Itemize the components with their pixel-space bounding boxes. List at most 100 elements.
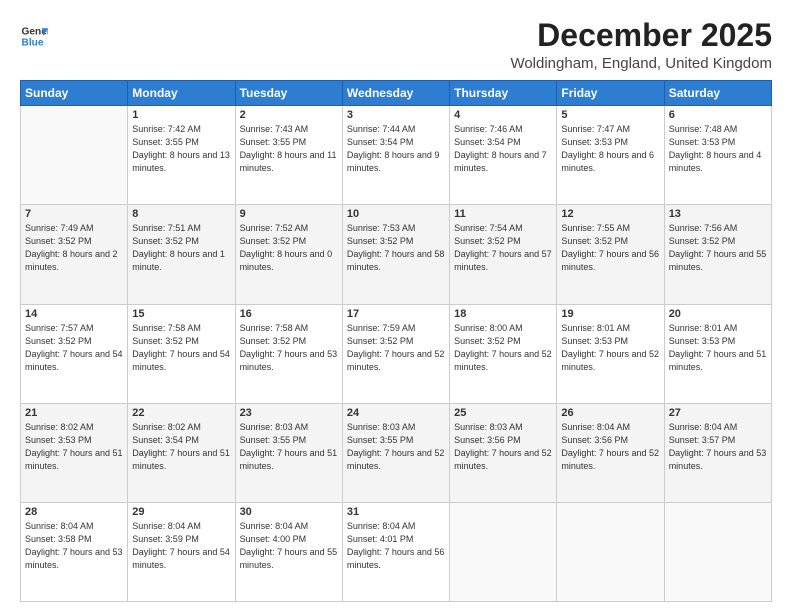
day-info: Sunrise: 8:01 AM Sunset: 3:53 PM Dayligh… (561, 322, 659, 374)
table-cell: 7 Sunrise: 7:49 AM Sunset: 3:52 PM Daylig… (21, 205, 128, 304)
day-info: Sunrise: 7:54 AM Sunset: 3:52 PM Dayligh… (454, 222, 552, 274)
col-friday: Friday (557, 81, 664, 106)
day-number: 15 (132, 308, 230, 320)
day-number: 24 (347, 407, 445, 419)
table-cell: 10 Sunrise: 7:53 AM Sunset: 3:52 PM Dayli… (342, 205, 449, 304)
table-cell: 4 Sunrise: 7:46 AM Sunset: 3:54 PM Daylig… (450, 106, 557, 205)
day-number: 12 (561, 208, 659, 220)
table-cell: 2Sunrise: 7:43 AM Sunset: 3:55 PM Daylig… (235, 106, 342, 205)
day-number: 21 (25, 407, 123, 419)
day-number: 30 (240, 506, 338, 518)
table-cell: 16Sunrise: 7:58 AM Sunset: 3:52 PM Dayli… (235, 304, 342, 403)
day-number: 1 (132, 109, 230, 121)
table-cell: 13 Sunrise: 7:56 AM Sunset: 3:52 PM Dayli… (664, 205, 771, 304)
table-cell (450, 502, 557, 601)
table-cell (21, 106, 128, 205)
day-info: Sunrise: 8:02 AM Sunset: 3:54 PM Dayligh… (132, 421, 230, 473)
day-info: Sunrise: 8:01 AM Sunset: 3:53 PM Dayligh… (669, 322, 767, 374)
col-monday: Monday (128, 81, 235, 106)
day-number: 31 (347, 506, 445, 518)
day-info: Sunrise: 8:04 AM Sunset: 3:58 PM Dayligh… (25, 520, 123, 572)
day-number: 7 (25, 208, 123, 220)
day-number: 25 (454, 407, 552, 419)
day-number: 10 (347, 208, 445, 220)
day-info: Sunrise: 7:42 AM Sunset: 3:55 PM Dayligh… (132, 123, 230, 175)
day-number: 27 (669, 407, 767, 419)
day-info: Sunrise: 7:48 AM Sunset: 3:53 PM Dayligh… (669, 123, 767, 175)
calendar-table: Sunday Monday Tuesday Wednesday Thursday… (20, 80, 772, 602)
table-cell: 18 Sunrise: 8:00 AM Sunset: 3:52 PM Dayli… (450, 304, 557, 403)
table-cell: 17 Sunrise: 7:59 AM Sunset: 3:52 PM Dayli… (342, 304, 449, 403)
day-info: Sunrise: 8:00 AM Sunset: 3:52 PM Dayligh… (454, 322, 552, 374)
table-cell: 12 Sunrise: 7:55 AM Sunset: 3:52 PM Dayli… (557, 205, 664, 304)
day-info: Sunrise: 7:57 AM Sunset: 3:52 PM Dayligh… (25, 322, 123, 374)
day-info: Sunrise: 7:44 AM Sunset: 3:54 PM Dayligh… (347, 123, 445, 175)
table-cell: 28Sunrise: 8:04 AM Sunset: 3:58 PM Dayli… (21, 502, 128, 601)
table-cell: 29Sunrise: 8:04 AM Sunset: 3:59 PM Dayli… (128, 502, 235, 601)
table-cell: 30 Sunrise: 8:04 AM Sunset: 4:00 PM Dayli… (235, 502, 342, 601)
day-number: 20 (669, 308, 767, 320)
calendar-week-row: 21 Sunrise: 8:02 AM Sunset: 3:53 PM Dayli… (21, 403, 772, 502)
table-cell: 20 Sunrise: 8:01 AM Sunset: 3:53 PM Dayli… (664, 304, 771, 403)
day-number: 17 (347, 308, 445, 320)
day-info: Sunrise: 7:59 AM Sunset: 3:52 PM Dayligh… (347, 322, 445, 374)
table-cell: 5 Sunrise: 7:47 AM Sunset: 3:53 PM Daylig… (557, 106, 664, 205)
table-cell: 9 Sunrise: 7:52 AM Sunset: 3:52 PM Daylig… (235, 205, 342, 304)
day-number: 4 (454, 109, 552, 121)
logo-icon: General Blue (20, 22, 48, 50)
svg-text:Blue: Blue (22, 37, 44, 48)
day-number: 6 (669, 109, 767, 121)
calendar-week-row: 28Sunrise: 8:04 AM Sunset: 3:58 PM Dayli… (21, 502, 772, 601)
day-number: 26 (561, 407, 659, 419)
col-tuesday: Tuesday (235, 81, 342, 106)
day-number: 18 (454, 308, 552, 320)
day-info: Sunrise: 7:53 AM Sunset: 3:52 PM Dayligh… (347, 222, 445, 274)
day-number: 5 (561, 109, 659, 121)
table-cell: 19 Sunrise: 8:01 AM Sunset: 3:53 PM Dayli… (557, 304, 664, 403)
table-cell: 14 Sunrise: 7:57 AM Sunset: 3:52 PM Dayli… (21, 304, 128, 403)
day-number: 8 (132, 208, 230, 220)
header: General Blue December 2025 Woldingham, E… (20, 18, 772, 72)
day-number: 14 (25, 308, 123, 320)
calendar-week-row: 1 Sunrise: 7:42 AM Sunset: 3:55 PM Daylig… (21, 106, 772, 205)
day-info: Sunrise: 7:55 AM Sunset: 3:52 PM Dayligh… (561, 222, 659, 274)
day-info: Sunrise: 7:49 AM Sunset: 3:52 PM Dayligh… (25, 222, 123, 274)
day-number: 3 (347, 109, 445, 121)
day-number: 22 (132, 407, 230, 419)
table-cell: 6 Sunrise: 7:48 AM Sunset: 3:53 PM Daylig… (664, 106, 771, 205)
main-title: December 2025 (510, 18, 772, 53)
day-info: Sunrise: 8:04 AM Sunset: 4:01 PM Dayligh… (347, 520, 445, 572)
day-number: 23 (240, 407, 338, 419)
day-number: 11 (454, 208, 552, 220)
table-cell (557, 502, 664, 601)
day-number: 13 (669, 208, 767, 220)
col-sunday: Sunday (21, 81, 128, 106)
day-info: Sunrise: 7:58 AM Sunset: 3:52 PM Dayligh… (132, 322, 230, 374)
subtitle: Woldingham, England, United Kingdom (510, 55, 772, 72)
table-cell: 31 Sunrise: 8:04 AM Sunset: 4:01 PM Dayli… (342, 502, 449, 601)
table-cell: 24Sunrise: 8:03 AM Sunset: 3:55 PM Dayli… (342, 403, 449, 502)
table-cell: 3 Sunrise: 7:44 AM Sunset: 3:54 PM Daylig… (342, 106, 449, 205)
day-info: Sunrise: 8:03 AM Sunset: 3:56 PM Dayligh… (454, 421, 552, 473)
logo: General Blue (20, 22, 48, 50)
page: General Blue December 2025 Woldingham, E… (0, 0, 792, 612)
day-info: Sunrise: 7:56 AM Sunset: 3:52 PM Dayligh… (669, 222, 767, 274)
table-cell: 27Sunrise: 8:04 AM Sunset: 3:57 PM Dayli… (664, 403, 771, 502)
day-info: Sunrise: 8:02 AM Sunset: 3:53 PM Dayligh… (25, 421, 123, 473)
col-wednesday: Wednesday (342, 81, 449, 106)
table-cell: 25 Sunrise: 8:03 AM Sunset: 3:56 PM Dayli… (450, 403, 557, 502)
day-number: 9 (240, 208, 338, 220)
col-thursday: Thursday (450, 81, 557, 106)
day-info: Sunrise: 7:47 AM Sunset: 3:53 PM Dayligh… (561, 123, 659, 175)
day-info: Sunrise: 7:46 AM Sunset: 3:54 PM Dayligh… (454, 123, 552, 175)
day-info: Sunrise: 7:52 AM Sunset: 3:52 PM Dayligh… (240, 222, 338, 274)
table-cell: 26Sunrise: 8:04 AM Sunset: 3:56 PM Dayli… (557, 403, 664, 502)
day-info: Sunrise: 8:04 AM Sunset: 3:59 PM Dayligh… (132, 520, 230, 572)
table-cell: 23Sunrise: 8:03 AM Sunset: 3:55 PM Dayli… (235, 403, 342, 502)
day-info: Sunrise: 7:43 AM Sunset: 3:55 PM Dayligh… (240, 123, 338, 175)
table-cell: 8Sunrise: 7:51 AM Sunset: 3:52 PM Daylig… (128, 205, 235, 304)
table-cell: 22 Sunrise: 8:02 AM Sunset: 3:54 PM Dayli… (128, 403, 235, 502)
day-number: 19 (561, 308, 659, 320)
day-info: Sunrise: 8:04 AM Sunset: 4:00 PM Dayligh… (240, 520, 338, 572)
day-number: 16 (240, 308, 338, 320)
